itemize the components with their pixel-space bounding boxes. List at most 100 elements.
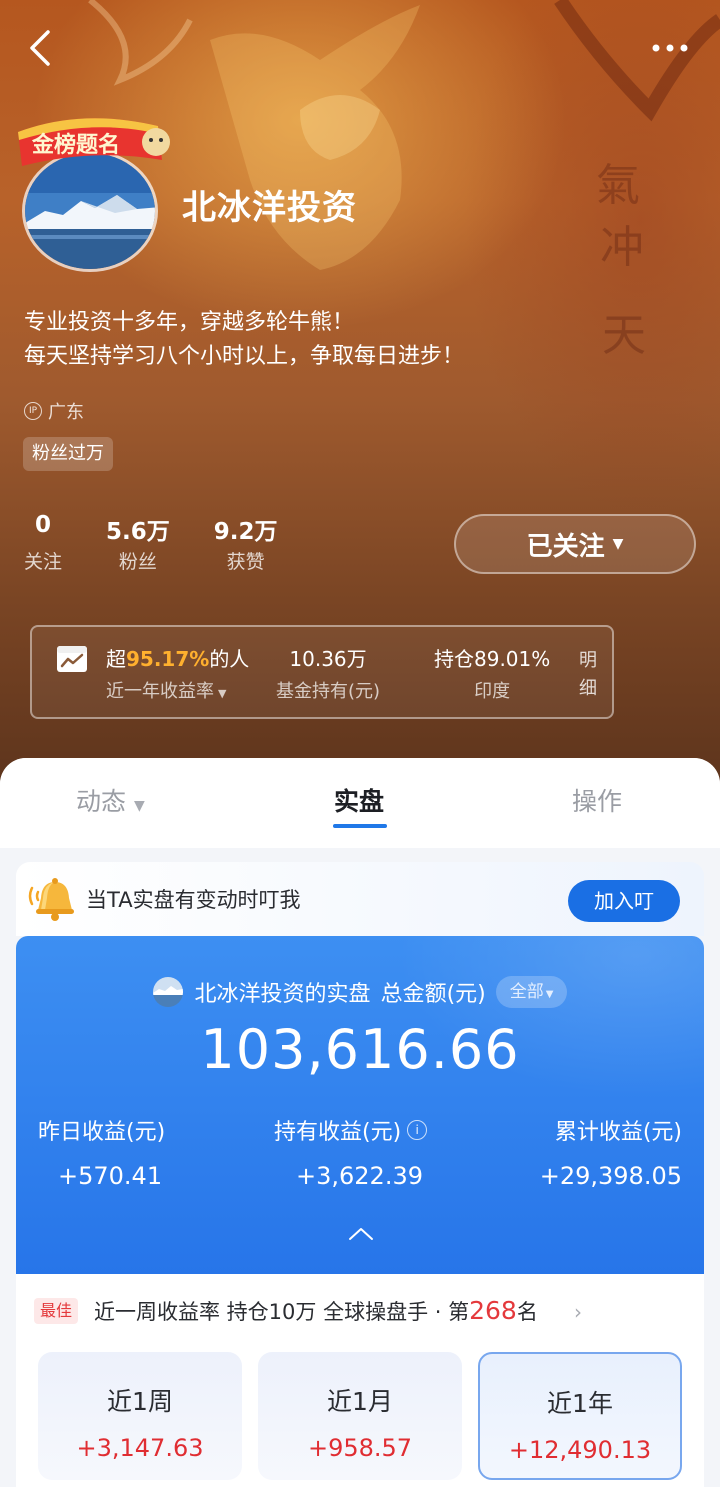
stats-row: 0 关注 5.6万 粉丝 9.2万 获赞 bbox=[24, 512, 322, 574]
period-value: +12,490.13 bbox=[508, 1436, 652, 1464]
beat-suffix: 的人 bbox=[209, 647, 250, 671]
svg-text:氣: 氣 bbox=[596, 160, 640, 211]
iceberg-avatar-image bbox=[152, 977, 183, 1007]
tab-portfolio-label: 实盘 bbox=[334, 787, 385, 816]
ranking-suffix: 名 bbox=[516, 1300, 538, 1324]
stat-label: 关注 bbox=[24, 551, 63, 573]
chevron-up-icon[interactable] bbox=[348, 1226, 374, 1242]
period-card-year[interactable]: 近1年 +12,490.13 bbox=[478, 1352, 682, 1480]
beat-ratio: 超95.17%的人 近一年收益率 ▼ bbox=[106, 643, 249, 703]
chevron-right-icon: › bbox=[574, 1300, 582, 1324]
caret-down-icon: ▼ bbox=[134, 798, 145, 814]
metric-label: 累计收益(元) bbox=[554, 1120, 682, 1145]
portfolio-card: 北冰洋投资的实盘 总金额(元) 全部 ▼ 103,616.66 昨日收益(元) +… bbox=[16, 936, 704, 1274]
best-tag: 最佳 bbox=[34, 1298, 79, 1324]
period-label: 近1月 bbox=[327, 1387, 393, 1416]
ip-location-label: 广东 bbox=[48, 402, 84, 423]
trend-chart-icon bbox=[57, 646, 87, 672]
bio: 专业投资十多年，穿越多轮牛熊！ 每天坚持学习八个小时以上，争取每日进步！ bbox=[24, 306, 464, 374]
notify-bar: 当TA实盘有变动时叮我 加入叮 bbox=[16, 862, 704, 936]
stat-label: 获赞 bbox=[226, 551, 265, 573]
metric-yesterday: 昨日收益(元) +570.41 bbox=[38, 1114, 165, 1190]
position-ratio-label: 印度 bbox=[474, 681, 511, 702]
more-dots-icon[interactable] bbox=[648, 36, 692, 60]
detail-link[interactable]: 明细 bbox=[576, 647, 600, 703]
tab-bar: 动态 ▼ 实盘 操作 bbox=[0, 758, 720, 848]
badge-text: 金榜题名 bbox=[31, 132, 120, 158]
period-label: 近1周 bbox=[107, 1387, 173, 1416]
period-card-month[interactable]: 近1月 +958.57 bbox=[258, 1352, 462, 1480]
stat-value: 0 bbox=[35, 512, 52, 538]
stat-value: 9.2万 bbox=[213, 519, 278, 545]
performance-summary-card[interactable]: 超95.17%的人 近一年收益率 ▼ 10.36万 基金持有(元) 持仓89.01… bbox=[30, 625, 614, 719]
metric-holding: 持有收益(元) i +3,622.39 bbox=[274, 1114, 428, 1190]
period-cards: 近1周 +3,147.63 近1月 +958.57 近1年 +12,490.13 bbox=[16, 1348, 704, 1487]
profile-header: 氣 冲 天 金榜题名 北冰洋投资 专业投资十多年，穿越多轮牛熊！ 每天坚持学习八… bbox=[0, 0, 720, 800]
scope-selector[interactable]: 全部 ▼ bbox=[495, 976, 568, 1008]
ip-location: IP 广东 bbox=[24, 398, 84, 424]
username: 北冰洋投资 bbox=[182, 188, 357, 228]
tab-operations-label: 操作 bbox=[572, 787, 623, 816]
beat-prefix: 超 bbox=[106, 647, 126, 671]
caret-down-icon: ▼ bbox=[612, 536, 624, 552]
caret-down-icon: ▼ bbox=[545, 989, 554, 1000]
tab-feed[interactable]: 动态 ▼ bbox=[76, 782, 145, 818]
join-notify-button[interactable]: 加入叮 bbox=[568, 880, 680, 922]
beat-label-text: 近一年收益率 bbox=[106, 681, 214, 702]
fan-badge: 粉丝过万 bbox=[23, 437, 113, 471]
stat-value: 5.6万 bbox=[106, 519, 170, 545]
back-icon[interactable] bbox=[22, 28, 58, 68]
metric-value: +570.41 bbox=[58, 1162, 163, 1190]
period-card-week[interactable]: 近1周 +3,147.63 bbox=[38, 1352, 242, 1480]
period-value: +958.57 bbox=[307, 1434, 413, 1462]
ranking-prefix: 近一周收益率 持仓10万 全球操盘手 · 第 bbox=[94, 1300, 470, 1324]
ranking-text: 近一周收益率 持仓10万 全球操盘手 · 第268名 bbox=[94, 1296, 538, 1326]
svg-text:天: 天 bbox=[602, 310, 646, 361]
gold-list-badge: 金榜题名 bbox=[18, 118, 170, 166]
ip-location-icon: IP bbox=[24, 402, 42, 420]
ranking-row[interactable]: 最佳 近一周收益率 持仓10万 全球操盘手 · 第268名 › bbox=[16, 1274, 704, 1348]
metric-label: 昨日收益(元) bbox=[38, 1120, 166, 1145]
info-icon[interactable]: i bbox=[407, 1120, 428, 1140]
period-label: 近1年 bbox=[547, 1389, 613, 1418]
beat-percent: 95.17% bbox=[126, 647, 210, 671]
svg-text:冲: 冲 bbox=[600, 222, 644, 273]
position-ratio-value: 持仓89.01% bbox=[434, 647, 551, 671]
tab-operations[interactable]: 操作 bbox=[572, 782, 622, 818]
portfolio-title-row: 北冰洋投资的实盘 总金额(元) 全部 ▼ bbox=[16, 976, 704, 1008]
tab-portfolio[interactable]: 实盘 bbox=[334, 782, 384, 818]
stat-likes[interactable]: 9.2万 获赞 bbox=[214, 512, 278, 574]
metric-label-text: 持有收益(元) bbox=[274, 1120, 402, 1145]
period-value: +3,147.63 bbox=[76, 1434, 204, 1462]
notify-text: 当TA实盘有变动时叮我 bbox=[86, 888, 301, 912]
total-amount-label: 总金额(元) bbox=[380, 982, 486, 1007]
position-ratio: 持仓89.01% 印度 bbox=[434, 643, 550, 703]
stat-fans[interactable]: 5.6万 粉丝 bbox=[106, 512, 170, 574]
total-amount: 103,616.66 bbox=[200, 1018, 520, 1081]
portfolio-metrics: 昨日收益(元) +570.41 持有收益(元) i +3,622.39 累计收益… bbox=[16, 1114, 704, 1194]
bio-line-1: 专业投资十多年，穿越多轮牛熊！ bbox=[24, 310, 355, 335]
portfolio-owner: 北冰洋投资的实盘 bbox=[194, 982, 371, 1007]
fund-holding: 10.36万 基金持有(元) bbox=[276, 643, 380, 703]
scope-label: 全部 bbox=[509, 982, 544, 1002]
beat-ratio-value: 超95.17%的人 bbox=[106, 643, 249, 671]
mini-avatar bbox=[152, 977, 183, 1007]
tab-feed-label: 动态 bbox=[76, 787, 127, 816]
follow-button[interactable]: 已关注 ▼ bbox=[454, 514, 696, 574]
bio-line-2: 每天坚持学习八个小时以上，争取每日进步！ bbox=[24, 344, 465, 369]
active-tab-indicator bbox=[333, 824, 387, 828]
follow-button-label: 已关注 bbox=[526, 531, 605, 562]
stat-following[interactable]: 0 关注 bbox=[24, 512, 62, 574]
metric-label: 持有收益(元) i bbox=[274, 1114, 428, 1146]
stat-label: 粉丝 bbox=[118, 551, 157, 573]
metric-value: +29,398.05 bbox=[539, 1162, 682, 1190]
content-sheet: 动态 ▼ 实盘 操作 当TA实盘有变动时叮我 加入叮 北冰洋投资的实盘 总金额(… bbox=[0, 758, 720, 1487]
caret-down-icon: ▼ bbox=[218, 687, 227, 700]
beat-ratio-label[interactable]: 近一年收益率 ▼ bbox=[106, 677, 226, 703]
metric-value: +3,622.39 bbox=[296, 1162, 423, 1190]
fund-holding-label: 基金持有(元) bbox=[276, 681, 381, 702]
bell-icon bbox=[28, 878, 74, 921]
fund-holding-value: 10.36万 bbox=[289, 647, 367, 671]
metric-cumulative: 累计收益(元) +29,398.05 bbox=[540, 1114, 682, 1190]
ranking-number: 268 bbox=[469, 1296, 517, 1325]
